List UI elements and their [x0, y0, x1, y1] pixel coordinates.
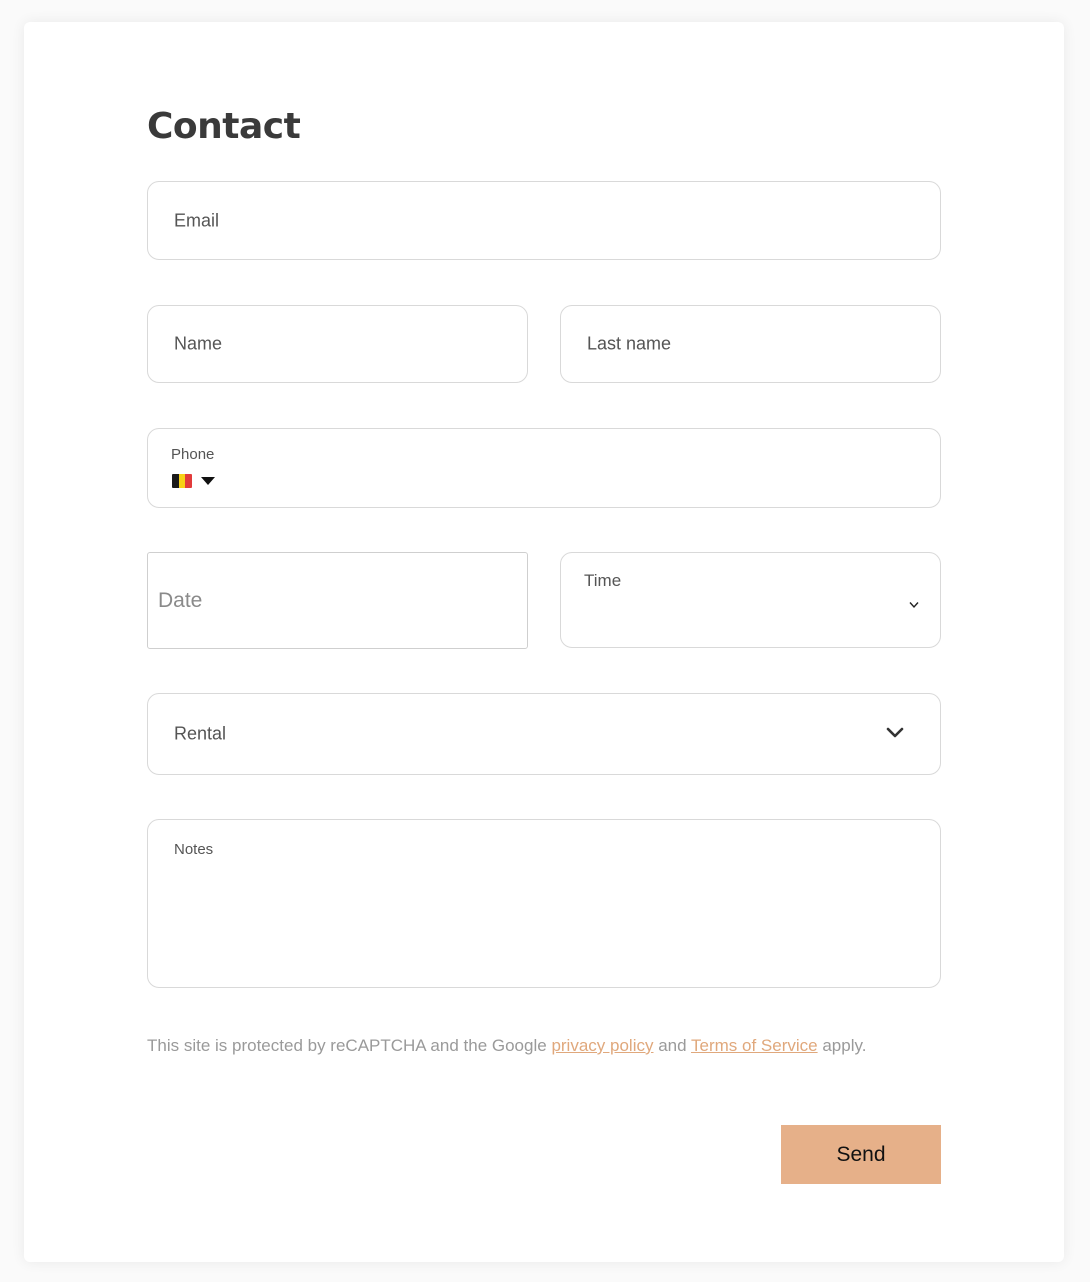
- chevron-down-icon: [909, 601, 919, 609]
- time-label: Time: [584, 571, 622, 590]
- phone-field[interactable]: Phone: [147, 428, 941, 508]
- contact-form-card: Contact Email Name Last name Phone Date …: [24, 22, 1064, 1262]
- terms-of-service-link[interactable]: Terms of Service: [691, 1036, 818, 1055]
- legal-and: and: [658, 1036, 687, 1055]
- last-name-label: Last name: [587, 333, 672, 354]
- email-field[interactable]: Email: [147, 181, 941, 260]
- belgium-flag-icon[interactable]: [172, 474, 192, 488]
- legal-suffix: apply.: [822, 1036, 867, 1055]
- send-button[interactable]: Send: [781, 1125, 941, 1184]
- privacy-policy-link[interactable]: privacy policy: [551, 1036, 653, 1055]
- notes-textarea[interactable]: Notes: [147, 819, 941, 988]
- page-title: Contact: [147, 106, 301, 147]
- legal-prefix: This site is protected by reCAPTCHA and …: [147, 1036, 547, 1055]
- date-placeholder: Date: [158, 588, 203, 612]
- chevron-down-icon: [886, 727, 904, 739]
- last-name-field[interactable]: Last name: [560, 305, 941, 383]
- page-background: Contact Email Name Last name Phone Date …: [0, 0, 1090, 1282]
- country-dropdown-caret-icon[interactable]: [201, 477, 215, 485]
- name-field[interactable]: Name: [147, 305, 528, 383]
- notes-label: Notes: [174, 841, 214, 858]
- email-label: Email: [174, 210, 220, 230]
- rental-select[interactable]: Rental: [147, 693, 941, 775]
- name-label: Name: [174, 333, 223, 354]
- recaptcha-notice: This site is protected by reCAPTCHA and …: [147, 1036, 866, 1056]
- date-input[interactable]: Date: [147, 552, 528, 649]
- phone-label: Phone: [171, 446, 215, 463]
- time-select[interactable]: Time: [560, 552, 941, 648]
- rental-label: Rental: [174, 723, 227, 744]
